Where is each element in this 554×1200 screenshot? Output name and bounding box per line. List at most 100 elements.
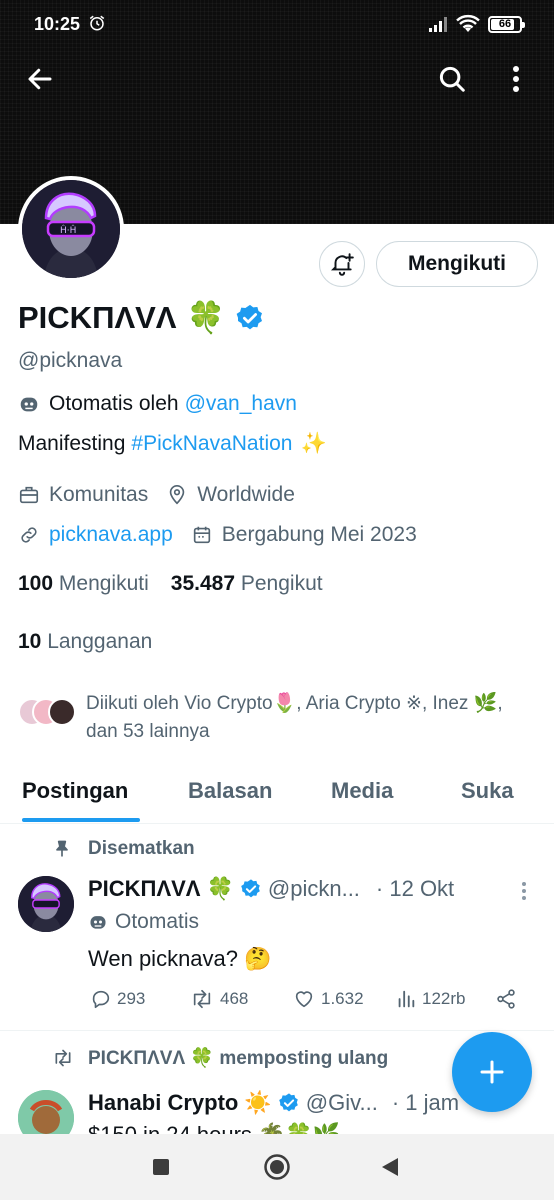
post-text: Wen picknava? 🤔 (88, 946, 272, 971)
profile-avatar[interactable]: Ĥ·Ĥ (18, 176, 124, 282)
reply-button[interactable]: 293 (90, 988, 145, 1010)
signal-icon (429, 17, 447, 32)
info-row-1: Komunitas Worldwide (18, 483, 295, 507)
display-name-row: PICKΠΛVΛ 🍀 (18, 299, 265, 336)
wifi-icon (456, 14, 480, 32)
verified-badge-icon (241, 879, 260, 898)
followers-stat[interactable]: 35.487 Pengikut (171, 572, 323, 596)
robot-icon (90, 916, 106, 929)
tab-media[interactable]: Media (331, 778, 393, 804)
subscriptions-label: Langganan (47, 630, 153, 653)
tab-posts[interactable]: Postingan (22, 778, 128, 804)
repost-icon (193, 989, 211, 1009)
share-icon (497, 989, 515, 1009)
like-count: 1.632 (321, 989, 364, 1008)
repost-indicator: PICKΠΛVΛ 🍀 memposting ulang (52, 1046, 388, 1070)
following-count: 100 (18, 572, 54, 595)
followed-by-text: Diikuti oleh Vio Crypto🌷, Aria Crypto ※,… (86, 693, 503, 742)
more-vertical-icon (513, 66, 519, 92)
calendar-icon (193, 526, 210, 544)
battery-icon: 66 (488, 16, 525, 33)
repost-label[interactable]: PICKΠΛVΛ 🍀 memposting ulang (88, 1046, 388, 1070)
share-button[interactable] (495, 988, 517, 1010)
repost-author-name[interactable]: Hanabi Crypto (88, 1090, 238, 1116)
subscriptions-stat[interactable]: 10 Langganan (18, 630, 152, 654)
info-row-2: picknava.app Bergabung Mei 2023 (18, 523, 417, 547)
repost-icon (55, 1049, 71, 1067)
home-circle-icon[interactable] (263, 1153, 291, 1181)
followed-by-avatars (18, 690, 82, 726)
followers-label: Pengikut (240, 572, 323, 595)
automated-by-link[interactable]: @van_havn (185, 392, 297, 416)
back-button[interactable] (18, 57, 62, 101)
recents-square-icon[interactable] (152, 1158, 170, 1176)
post-divider (0, 1030, 554, 1031)
status-bar: 10:25 66 (0, 0, 554, 50)
notification-bell-button[interactable] (319, 241, 365, 287)
clover-emoji: 🍀 (186, 300, 226, 335)
pinned-label: Disematkan (88, 838, 195, 859)
post-author-avatar[interactable] (18, 876, 74, 932)
followed-by-row[interactable]: Diikuti oleh Vio Crypto🌷, Aria Crypto ※,… (18, 690, 532, 746)
reply-count: 293 (117, 989, 146, 1008)
follow-stats: 100 Mengikuti 35.487 Pengikut (18, 572, 323, 596)
display-name: PICKΠΛVΛ (18, 299, 177, 335)
pin-icon (56, 840, 68, 857)
system-navigation-bar (0, 1134, 554, 1200)
search-button[interactable] (430, 57, 474, 101)
repost-button[interactable]: 468 (189, 988, 248, 1010)
briefcase-icon (19, 486, 39, 504)
repost-time: · 1 jam (391, 1090, 460, 1115)
pinned-indicator: Disematkan (52, 838, 195, 860)
verified-badge-icon (236, 304, 263, 329)
profile-tabs: Postingan Balasan Media Suka (0, 770, 554, 824)
plus-icon (480, 1060, 504, 1084)
post-author-name[interactable]: PICKΠΛVΛ (88, 876, 200, 902)
repost-count: 468 (220, 989, 249, 1008)
subscriptions-count: 10 (18, 630, 42, 653)
tab-likes[interactable]: Suka (461, 778, 514, 804)
robot-icon (20, 397, 38, 412)
link-icon (21, 527, 37, 543)
repost-author-handle: @Giv... (305, 1090, 378, 1115)
bio-hashtag-link[interactable]: #PickNavaNation (131, 432, 292, 456)
following-stat[interactable]: 100 Mengikuti (18, 572, 149, 596)
compose-button[interactable] (452, 1032, 532, 1112)
post-header: PICKΠΛVΛ 🍀 @pickn... · 12 Okt (88, 876, 454, 902)
arrow-left-icon (28, 68, 52, 90)
more-vertical-icon (522, 882, 526, 900)
category-label: Komunitas (49, 483, 149, 506)
views-button[interactable]: 122rb (395, 988, 465, 1010)
like-button[interactable]: 1.632 (292, 988, 364, 1010)
post-author-handle: @pickn... (267, 876, 360, 901)
search-icon (439, 66, 465, 92)
repost-header: Hanabi Crypto ☀️ @Giv... · 1 jam (88, 1090, 459, 1116)
followers-count: 35.487 (170, 572, 236, 595)
automated-row: Otomatis oleh @van_havn (18, 392, 297, 416)
analytics-icon (398, 990, 415, 1008)
bio: Manifesting #PickNavaNation ✨ (18, 432, 327, 456)
heart-icon (295, 991, 313, 1008)
sun-emoji: ☀️ (244, 1090, 272, 1115)
following-button[interactable]: Mengikuti (376, 241, 538, 287)
active-tab-indicator (22, 818, 140, 822)
status-time: 10:25 (34, 14, 81, 34)
follower-avatar (48, 698, 76, 726)
post-time: · 12 Okt (375, 876, 455, 901)
back-triangle-icon[interactable] (380, 1156, 400, 1178)
tab-replies[interactable]: Balasan (188, 778, 272, 804)
verified-badge-icon (278, 1093, 298, 1112)
clover-emoji: 🍀 (206, 876, 234, 901)
bio-text: Manifesting (18, 432, 126, 455)
website-link[interactable]: picknava.app (49, 523, 173, 547)
repost-text: $150 in 24 hours 🌴🍀🌿 (88, 1122, 340, 1134)
post-automated-label: Otomatis (115, 910, 200, 933)
location-label: Worldwide (197, 483, 295, 506)
post-automated-row: Otomatis (88, 910, 199, 934)
reply-icon (92, 990, 110, 1009)
profile-handle: @picknava (18, 349, 123, 372)
joined-label: Bergabung Mei 2023 (221, 523, 417, 546)
post-more-button[interactable] (504, 876, 544, 906)
views-count: 122rb (422, 989, 466, 1008)
more-options-button[interactable] (494, 57, 538, 101)
